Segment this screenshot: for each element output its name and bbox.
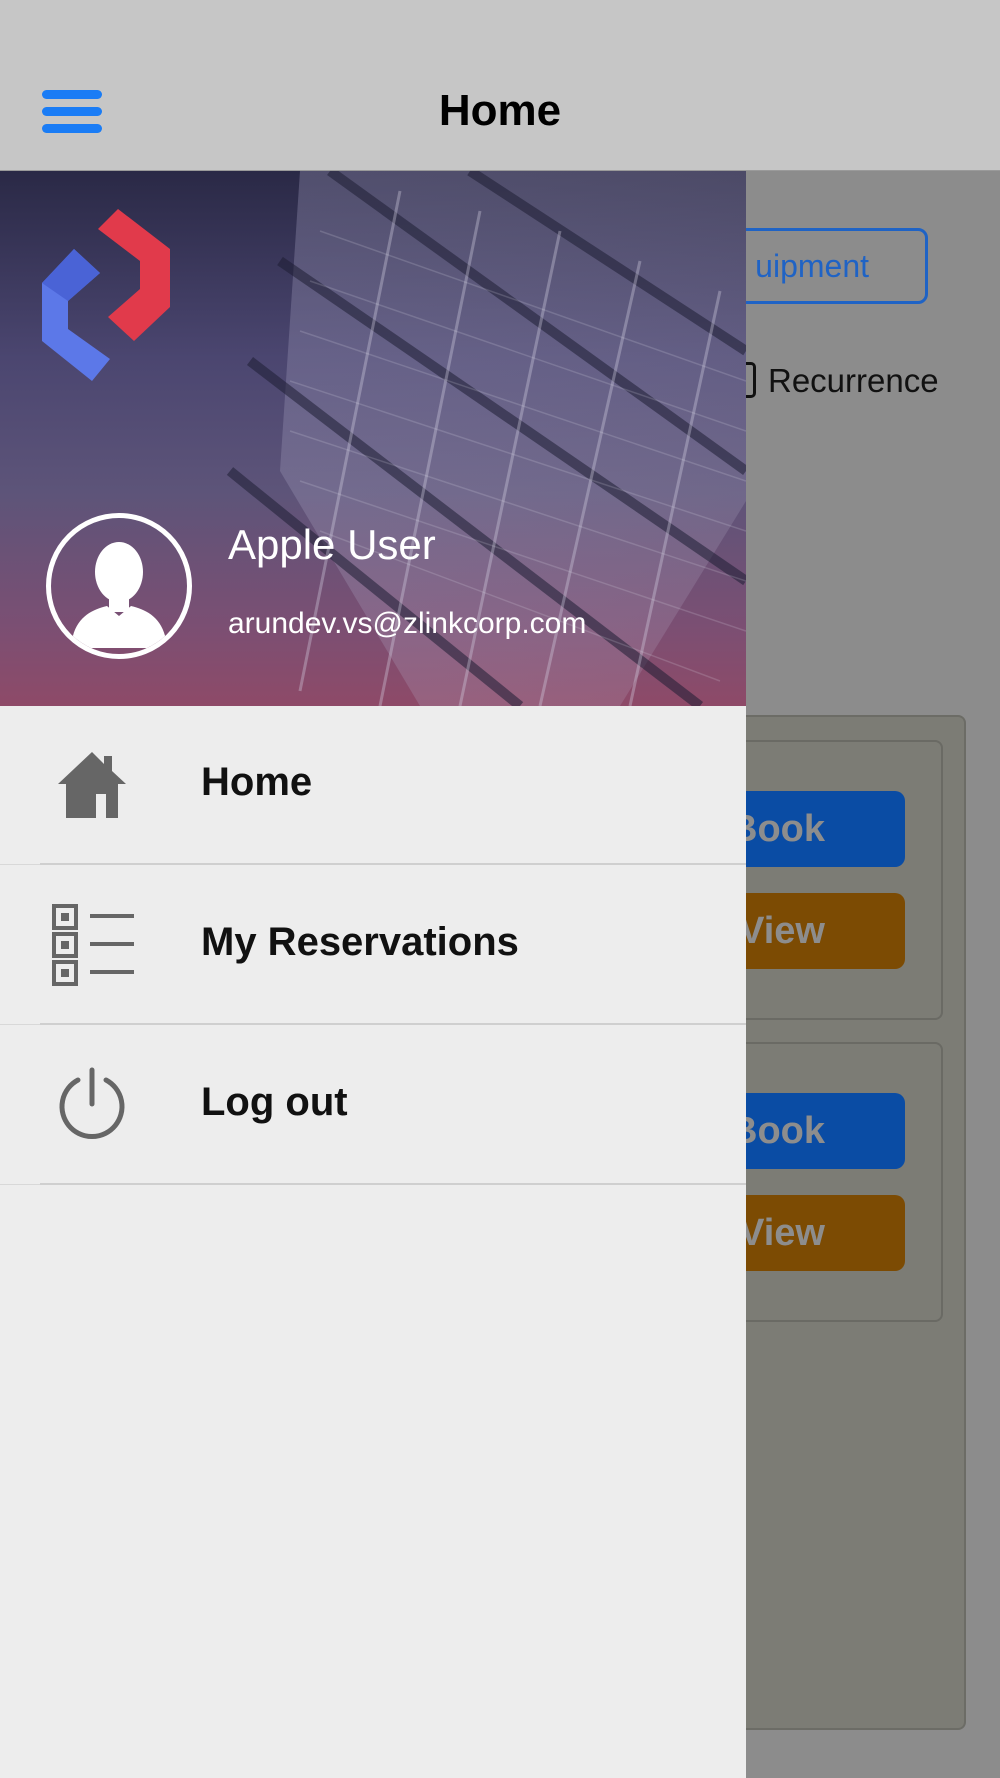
- divider: [0, 864, 40, 865]
- menu-label: Home: [201, 760, 313, 804]
- menu-label: Log out: [201, 1080, 348, 1124]
- menu-item-my-reservations[interactable]: My Reservations: [0, 866, 746, 1025]
- menu-label: My Reservations: [201, 920, 519, 964]
- recurrence-label: Recurrence: [768, 362, 939, 399]
- side-drawer: Apple User arundev.vs@zlinkcorp.com Home: [0, 171, 746, 1778]
- home-icon: [52, 746, 132, 826]
- list-icon: [52, 904, 134, 986]
- menu-item-home[interactable]: Home: [0, 706, 746, 865]
- navigation-bar: Home: [0, 0, 1000, 171]
- user-avatar-icon: [46, 513, 192, 659]
- page-title: Home: [438, 86, 562, 135]
- user-name: Apple User: [228, 521, 436, 568]
- divider: [40, 1023, 746, 1025]
- divider: [0, 1184, 40, 1185]
- divider: [40, 1183, 746, 1185]
- user-email: arundev.vs@zlinkcorp.com: [228, 607, 587, 640]
- divider: [0, 1024, 40, 1025]
- drawer-header: Apple User arundev.vs@zlinkcorp.com: [0, 171, 746, 706]
- power-icon: [52, 1066, 132, 1146]
- menu-item-log-out[interactable]: Log out: [0, 1026, 746, 1185]
- divider: [40, 863, 746, 865]
- app-logo: [42, 209, 170, 381]
